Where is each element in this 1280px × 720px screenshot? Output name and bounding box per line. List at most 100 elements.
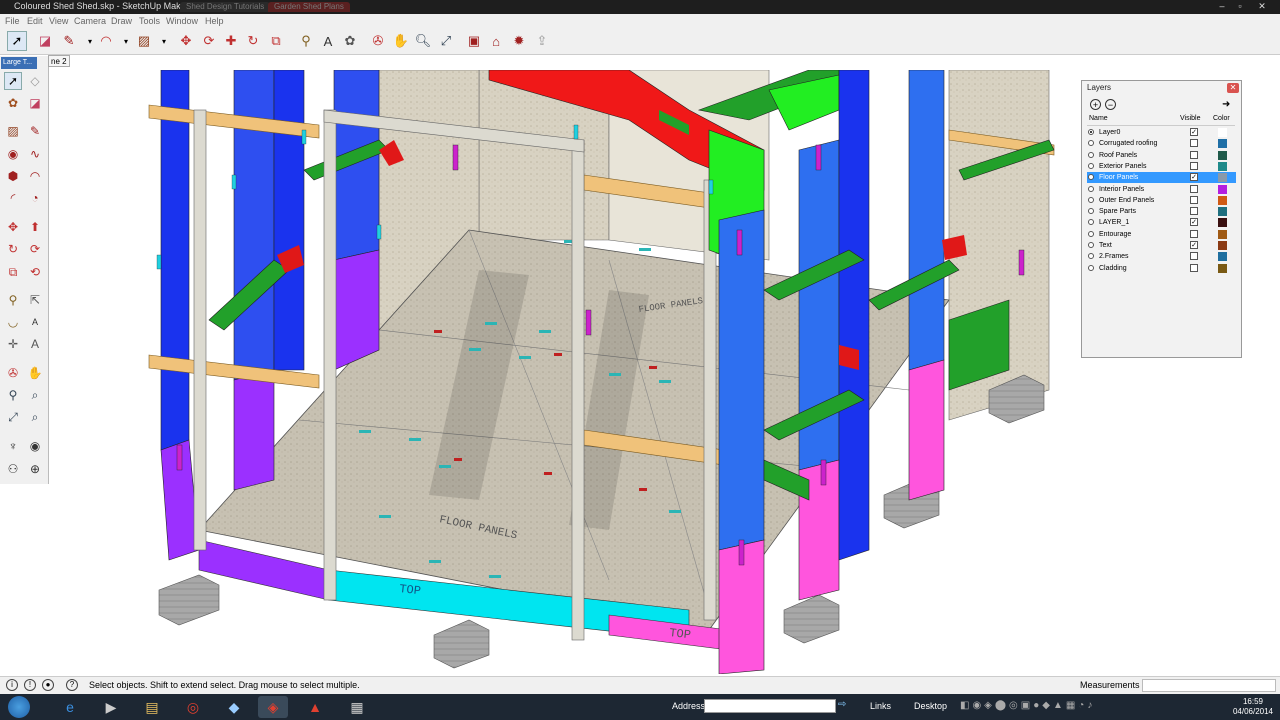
layer-visible-checkbox[interactable] <box>1190 184 1198 193</box>
rectangle-icon[interactable]: ▨ <box>134 31 154 51</box>
internet-explorer-icon[interactable]: e <box>55 696 85 718</box>
details-arrow-icon[interactable]: ➜ <box>1222 99 1230 110</box>
freehand-icon[interactable]: ∿ <box>26 145 44 163</box>
layer-row[interactable]: Entourage <box>1087 229 1236 240</box>
layer-name[interactable]: 2.Frames <box>1099 251 1129 262</box>
layer-color-swatch[interactable] <box>1218 150 1227 160</box>
menu-tools[interactable]: Tools <box>139 16 160 26</box>
make-component-icon[interactable]: ◇ <box>26 72 44 90</box>
chrome-icon[interactable]: ◎ <box>178 696 208 718</box>
dimension-icon[interactable]: ⇱ <box>26 291 44 309</box>
look-around-icon[interactable]: ◉ <box>26 437 44 455</box>
layer-color-swatch[interactable] <box>1218 207 1227 217</box>
share-icon[interactable]: ⇪ <box>532 31 552 51</box>
layer-row[interactable]: 2.Frames <box>1087 251 1236 262</box>
layer-color-swatch[interactable] <box>1218 241 1227 250</box>
zoom-icon[interactable]: 🔍︎ <box>413 31 433 51</box>
acrobat-icon[interactable]: ▲ <box>300 696 330 718</box>
menu-window[interactable]: Window <box>166 16 198 26</box>
axes-icon[interactable]: ✛ <box>4 335 22 353</box>
layer-visible-checkbox[interactable]: ✓ <box>1190 173 1198 182</box>
file-explorer-icon[interactable]: ▤ <box>137 696 167 718</box>
arc-icon[interactable]: ◠ <box>26 167 44 185</box>
layer-name[interactable]: Entourage <box>1099 229 1131 240</box>
active-layer-radio[interactable] <box>1088 174 1094 181</box>
active-layer-radio[interactable] <box>1088 253 1094 260</box>
layer-name[interactable]: Layer0 <box>1099 127 1120 138</box>
position-camera-icon[interactable]: ♆ <box>4 437 22 455</box>
layer-visible-checkbox[interactable]: ✓ <box>1190 241 1198 249</box>
media-player-icon[interactable]: ▶ <box>96 696 126 718</box>
menu-camera[interactable]: Camera <box>74 16 106 26</box>
tape-measure-icon[interactable]: ⚲ <box>4 291 22 309</box>
layer-row[interactable]: Roof Panels <box>1087 150 1236 161</box>
offset-icon[interactable]: ⟲ <box>26 263 44 281</box>
layer-row[interactable]: Spare Parts <box>1087 206 1236 217</box>
layer-row[interactable]: Cladding <box>1087 263 1236 274</box>
extension-icon[interactable]: ✹ <box>509 31 529 51</box>
remove-layer-icon[interactable]: − <box>1105 99 1116 110</box>
eraser-icon[interactable]: ◪ <box>35 31 55 51</box>
3d-warehouse-icon[interactable]: ⌂ <box>486 31 506 51</box>
active-layer-radio[interactable] <box>1088 242 1094 248</box>
video-app-icon[interactable]: ▦ <box>342 696 372 718</box>
move-icon[interactable]: ✚ <box>221 31 241 51</box>
follow-me-icon[interactable]: ⟳ <box>26 240 44 258</box>
user-icon[interactable]: ● <box>42 679 54 691</box>
push-pull-icon[interactable]: ⬆ <box>26 218 44 236</box>
system-clock[interactable]: 16:59 04/06/2014 <box>1228 697 1278 717</box>
app-icon[interactable]: ◆ <box>219 696 249 718</box>
menu-draw[interactable]: Draw <box>111 16 132 26</box>
minimize-button[interactable]: – <box>1214 0 1230 12</box>
layer-row[interactable]: Corrugated roofing <box>1087 138 1236 149</box>
layer-visible-checkbox[interactable] <box>1190 263 1198 272</box>
layer-visible-checkbox[interactable] <box>1190 252 1198 261</box>
move-icon[interactable]: ✥ <box>4 218 22 236</box>
paint-icon[interactable]: ✿ <box>340 31 360 51</box>
layer-visible-checkbox[interactable] <box>1190 207 1198 216</box>
close-button[interactable]: ✕ <box>1254 0 1270 12</box>
add-layer-icon[interactable]: + <box>1090 99 1101 110</box>
orbit-icon[interactable]: ✇ <box>4 364 22 382</box>
active-layer-radio[interactable] <box>1088 230 1094 237</box>
layer-name[interactable]: Outer End Panels <box>1099 195 1154 206</box>
active-layer-radio[interactable] <box>1088 196 1094 203</box>
layer-color-swatch[interactable] <box>1218 173 1227 183</box>
layer-color-swatch[interactable] <box>1218 161 1227 171</box>
layer-visible-checkbox[interactable] <box>1190 229 1198 238</box>
help-icon[interactable]: ? <box>66 679 78 691</box>
zoom-extents-icon[interactable]: ⤢ <box>4 408 22 426</box>
layer-row[interactable]: Floor Panels ✓ <box>1087 172 1236 184</box>
tape-icon[interactable]: ⚲ <box>296 31 316 51</box>
layer-row[interactable]: Interior Panels <box>1087 184 1236 195</box>
follow-me-icon[interactable]: ⟳ <box>199 31 219 51</box>
layer-color-swatch[interactable] <box>1218 128 1227 137</box>
components-icon[interactable]: ▣ <box>464 31 484 51</box>
text-icon[interactable]: A <box>318 31 338 51</box>
links-toolbar[interactable]: Links <box>870 701 891 711</box>
active-layer-radio[interactable] <box>1088 264 1094 271</box>
orbit-icon[interactable]: ✇ <box>368 31 388 51</box>
arc-icon[interactable]: ◠ <box>96 31 116 51</box>
background-tab[interactable]: Shed Design Tutorials <box>180 2 271 12</box>
layer-color-swatch[interactable] <box>1218 263 1227 273</box>
zoom-window-icon[interactable]: ⌕ <box>26 386 44 404</box>
layer-visible-checkbox[interactable] <box>1190 161 1198 170</box>
pie-icon[interactable]: ◔ <box>26 189 44 207</box>
layer-name[interactable]: LAYER_1 <box>1099 217 1129 228</box>
menu-view[interactable]: View <box>49 16 68 26</box>
zoom-extents-icon[interactable]: ⤢ <box>436 31 456 51</box>
zoom-icon[interactable]: ⚲ <box>4 386 22 404</box>
select-icon[interactable]: ➚ <box>7 31 27 51</box>
layer-visible-checkbox[interactable]: ✓ <box>1190 128 1198 136</box>
scene-tab[interactable]: ne 2 <box>48 55 70 67</box>
active-layer-radio[interactable] <box>1088 129 1094 135</box>
layer-name[interactable]: Exterior Panels <box>1099 161 1146 172</box>
chevron-down-icon[interactable]: ▾ <box>116 31 136 51</box>
circle-icon[interactable]: ◉ <box>4 145 22 163</box>
layer-name[interactable]: Cladding <box>1099 263 1127 274</box>
active-layer-radio[interactable] <box>1088 208 1094 215</box>
3d-text-icon[interactable]: A <box>26 335 44 353</box>
layer-color-swatch[interactable] <box>1218 218 1227 228</box>
go-icon[interactable]: ⇨ <box>838 699 852 713</box>
